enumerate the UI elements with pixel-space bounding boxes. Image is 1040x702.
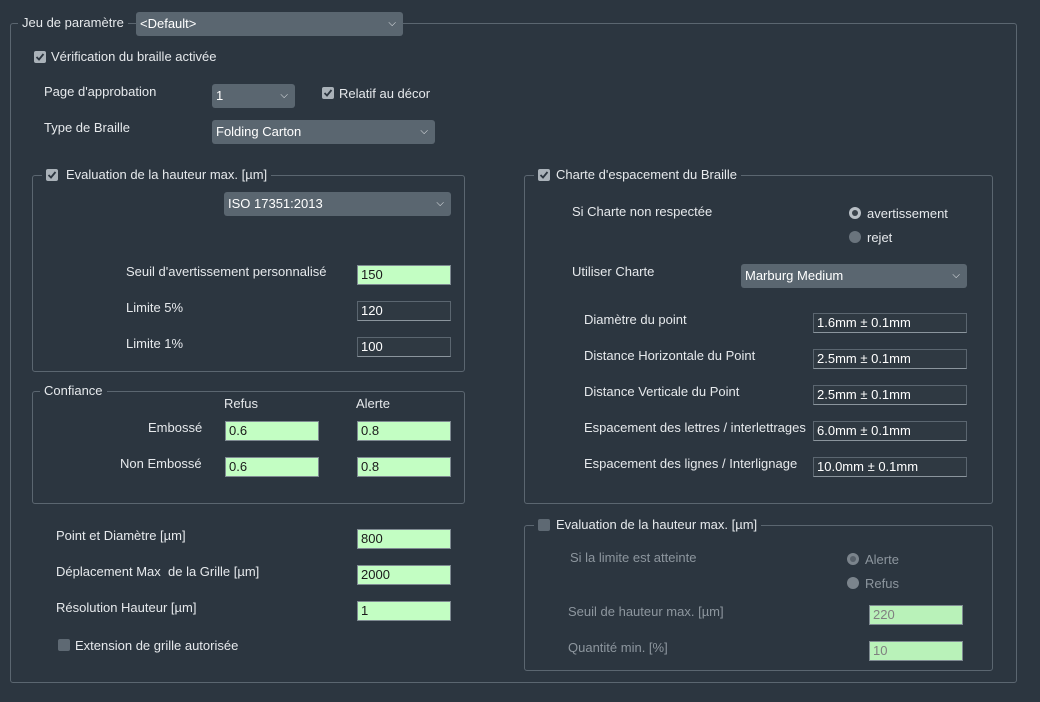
spacing-row-label: Diamètre du point: [584, 312, 687, 327]
limit1-label: Limite 1%: [126, 336, 184, 351]
height-eval-checkbox[interactable]: [46, 169, 58, 181]
embossed-refus-input[interactable]: 0.6: [225, 421, 319, 441]
braille-check-checkbox[interactable]: [34, 51, 46, 63]
relative-to-decor-checkbox[interactable]: [322, 87, 334, 99]
chevron-down-icon: ⌵: [388, 18, 396, 29]
height-resolution-label: Résolution Hauteur [µm]: [56, 600, 197, 615]
height-eval-legend: Evaluation de la hauteur max. [µm]: [42, 167, 272, 183]
spacing-chart-group: [524, 175, 993, 504]
limit1-input[interactable]: 100: [357, 337, 451, 357]
point-diameter-label: Point et Diamètre [µm]: [56, 528, 186, 543]
grid-max-shift-input[interactable]: 2000: [357, 565, 451, 585]
max-height-input[interactable]: 220: [869, 605, 963, 625]
grid-max-shift-label: Déplacement Max de la Grille [µm]: [56, 564, 260, 579]
height-standard-select[interactable]: ISO 17351:2013 ⌵: [224, 192, 451, 216]
approval-page-label: Page d'approbation: [44, 84, 157, 99]
confidence-label: Confiance: [40, 383, 107, 399]
approval-page-value: 1: [216, 88, 224, 103]
non-embossed-alerte-input[interactable]: 0.8: [357, 457, 451, 477]
spacing-row-input[interactable]: 1.6mm ± 0.1mm: [813, 313, 967, 333]
chevron-down-icon: ⌵: [280, 90, 288, 101]
min-qty-input[interactable]: 10: [869, 641, 963, 661]
col-alerte-label: Alerte: [356, 396, 390, 411]
embossed-label: Embossé: [148, 420, 203, 435]
height-eval2-label: Evaluation de la hauteur max. [µm]: [556, 517, 758, 532]
check-icon: [47, 171, 57, 179]
reject-radio[interactable]: [849, 231, 861, 243]
use-chart-value: Marburg Medium: [745, 268, 844, 283]
point-diameter-input[interactable]: 800: [357, 529, 451, 549]
height-standard-value: ISO 17351:2013: [228, 196, 323, 211]
alert-radio-label: Alerte: [865, 552, 899, 567]
max-height-label: Seuil de hauteur max. [µm]: [568, 604, 724, 619]
spacing-row-input[interactable]: 6.0mm ± 0.1mm: [813, 421, 967, 441]
height-eval-label: Evaluation de la hauteur max. [µm]: [66, 167, 268, 182]
relative-to-decor-label: Relatif au décor: [339, 86, 431, 101]
parameter-set-label: Jeu de paramètre: [18, 15, 128, 31]
refus-radio-label: Refus: [865, 576, 899, 591]
braille-type-value: Folding Carton: [216, 124, 302, 139]
alert-radio[interactable]: [847, 553, 859, 565]
custom-warning-input[interactable]: 150: [357, 265, 451, 285]
col-refus-label: Refus: [224, 396, 258, 411]
use-chart-label: Utiliser Charte: [572, 264, 655, 279]
check-icon: [35, 53, 45, 61]
use-chart-select[interactable]: Marburg Medium ⌵: [741, 264, 967, 288]
limit5-label: Limite 5%: [126, 300, 184, 315]
height-resolution-input[interactable]: 1: [357, 601, 451, 621]
approval-page-select[interactable]: 1 ⌵: [212, 84, 295, 108]
if-not-respected-label: Si Charte non respectée: [572, 204, 713, 219]
parameter-set-value: <Default>: [140, 16, 197, 31]
grid-extension-label: Extension de grille autorisée: [75, 638, 239, 653]
braille-type-label: Type de Braille: [44, 120, 130, 135]
spacing-row-label: Espacement des lignes / Interlignage: [584, 456, 798, 471]
spacing-row-input[interactable]: 2.5mm ± 0.1mm: [813, 385, 967, 405]
check-icon: [539, 171, 549, 179]
spacing-row-input[interactable]: 2.5mm ± 0.1mm: [813, 349, 967, 369]
chevron-down-icon: ⌵: [952, 270, 960, 281]
custom-warning-label: Seuil d'avertissement personnalisé: [126, 264, 327, 279]
embossed-alerte-input[interactable]: 0.8: [357, 421, 451, 441]
spacing-chart-checkbox[interactable]: [538, 169, 550, 181]
limit5-input[interactable]: 120: [357, 301, 451, 321]
spacing-chart-legend: Charte d'espacement du Braille: [534, 167, 741, 183]
non-embossed-refus-input[interactable]: 0.6: [225, 457, 319, 477]
spacing-chart-label: Charte d'espacement du Braille: [556, 167, 737, 182]
non-embossed-label: Non Embossé: [120, 456, 202, 471]
refus-radio[interactable]: [847, 577, 859, 589]
spacing-row-label: Distance Verticale du Point: [584, 384, 740, 399]
chevron-down-icon: ⌵: [420, 126, 428, 137]
check-icon: [323, 89, 333, 97]
min-qty-label: Quantité min. [%]: [568, 640, 668, 655]
braille-type-select[interactable]: Folding Carton ⌵: [212, 120, 435, 144]
grid-extension-checkbox[interactable]: [58, 639, 70, 651]
height-eval2-checkbox[interactable]: [538, 519, 550, 531]
reject-radio-label: rejet: [867, 230, 893, 245]
warning-radio[interactable]: [849, 207, 861, 219]
warning-radio-label: avertissement: [867, 206, 948, 221]
limit-reached-label: Si la limite est atteinte: [570, 550, 697, 565]
chevron-down-icon: ⌵: [436, 198, 444, 209]
braille-check-label: Vérification du braille activée: [51, 49, 217, 64]
spacing-row-input[interactable]: 10.0mm ± 0.1mm: [813, 457, 967, 477]
height-eval2-legend: Evaluation de la hauteur max. [µm]: [534, 517, 762, 533]
spacing-row-label: Espacement des lettres / interlettrages: [584, 420, 806, 435]
parameter-set-select[interactable]: <Default> ⌵: [136, 12, 403, 36]
spacing-row-label: Distance Horizontale du Point: [584, 348, 756, 363]
